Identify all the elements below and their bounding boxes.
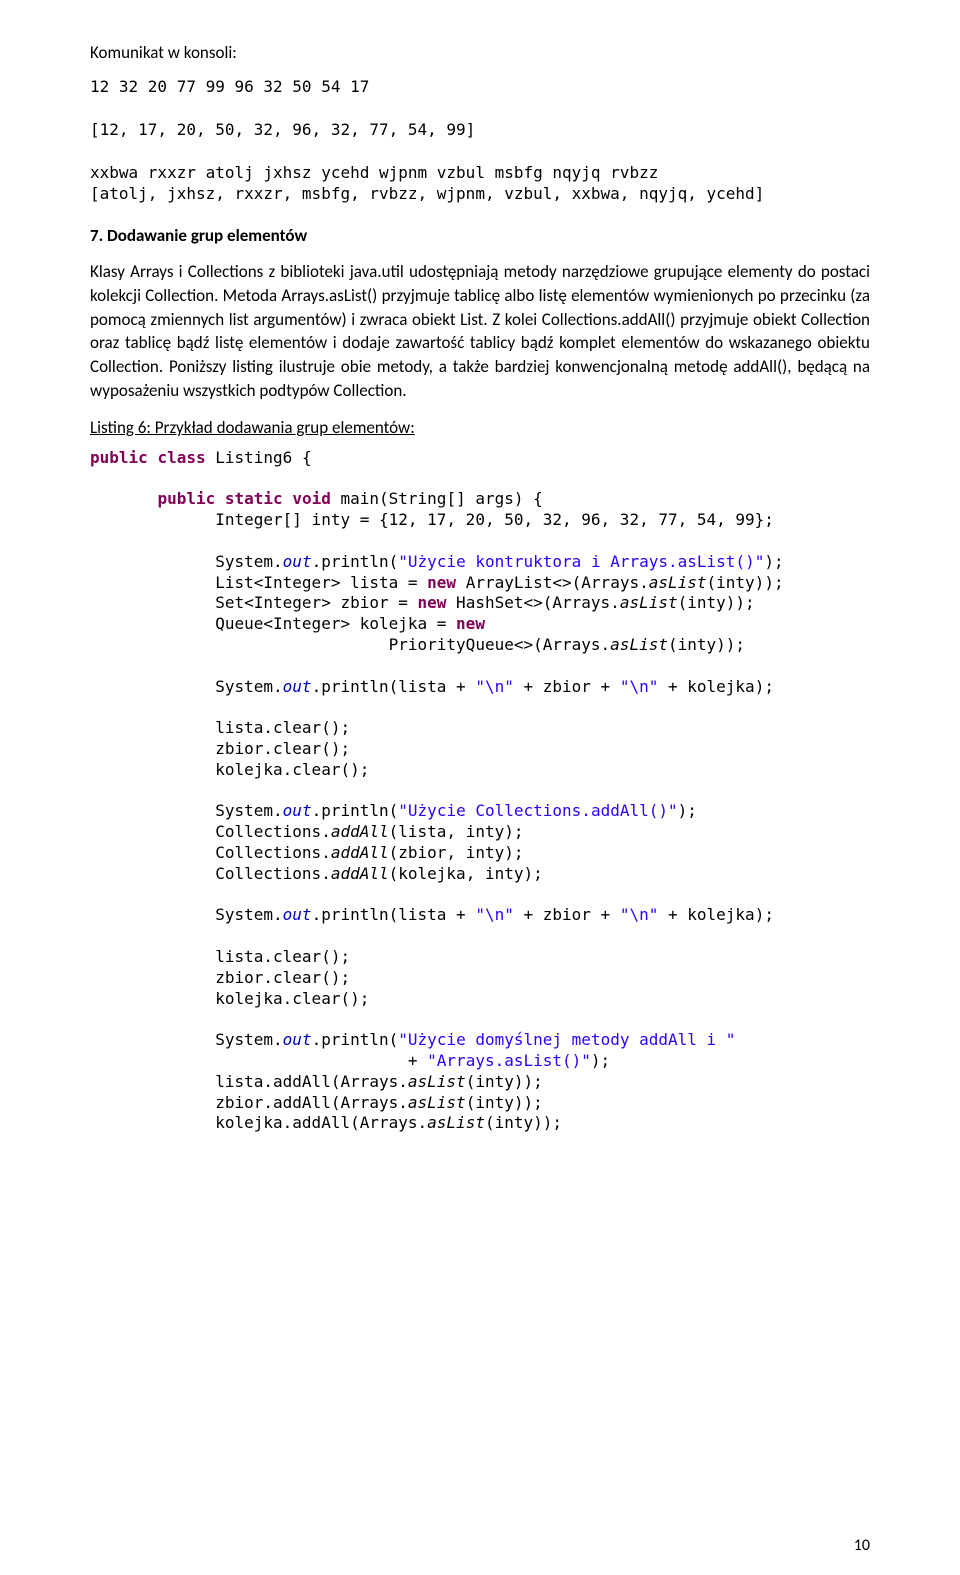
- string-nl: "\n": [620, 905, 659, 924]
- close: );: [591, 1051, 610, 1070]
- print-concat2: .println(lista +: [312, 677, 476, 696]
- string-literal: "Użycie domyślnej metody addAll i ": [398, 1030, 735, 1049]
- keyword-new: new: [418, 593, 447, 612]
- string-literal: "Użycie kontruktora i Arrays.asList()": [398, 552, 764, 571]
- keyword-public: public: [90, 448, 148, 467]
- keyword-new: new: [427, 573, 456, 592]
- aslist-arg: (inty));: [678, 593, 755, 612]
- kolejka-clear: kolejka.clear();: [90, 989, 369, 1008]
- string-nl: "\n": [475, 905, 514, 924]
- plus-kolejka: + kolejka);: [658, 677, 774, 696]
- println-open: .println(: [312, 1030, 399, 1049]
- kolejka-addall: kolejka.addAll(Arrays.: [90, 1113, 427, 1132]
- close: );: [764, 552, 783, 571]
- console-line: xxbwa rxxzr atolj jxhsz ycehd wjpnm vzbu…: [90, 163, 658, 182]
- zbior-clear: zbior.clear();: [90, 968, 350, 987]
- out-field: out: [283, 801, 312, 820]
- aslist: asList: [408, 1093, 466, 1112]
- section-paragraph: Klasy Arrays i Collections z biblioteki …: [90, 260, 870, 403]
- console-line: 12 32 20 77 99 96 32 50 54 17: [90, 77, 369, 96]
- addall: addAll: [331, 822, 389, 841]
- aslist: asList: [427, 1113, 485, 1132]
- out-field: out: [283, 1030, 312, 1049]
- aslist: asList: [620, 593, 678, 612]
- coll-lista: Collections.: [90, 822, 331, 841]
- coll-lista-arg: (lista, inty);: [389, 822, 524, 841]
- zbior-decl2: HashSet<>(Arrays.: [446, 593, 619, 612]
- indent: [90, 1030, 215, 1049]
- keyword-class: class: [157, 448, 205, 467]
- code-block: public class Listing6 { public static vo…: [90, 448, 870, 1134]
- coll-kolejka-arg: (kolejka, inty);: [389, 864, 543, 883]
- page-number: 10: [854, 1536, 870, 1555]
- addall: addAll: [331, 864, 389, 883]
- aslist: asList: [649, 573, 707, 592]
- aslist: asList: [408, 1072, 466, 1091]
- section-heading: 7. Dodawanie grup elementów: [90, 225, 870, 246]
- zbior-decl: Set<Integer> zbior =: [90, 593, 418, 612]
- kolejka-decl: Queue<Integer> kolejka =: [90, 614, 456, 633]
- print-concat: System.: [90, 905, 283, 924]
- inty-decl: Integer[] inty = {12, 17, 20, 50, 32, 96…: [90, 510, 774, 529]
- print-concat: System.: [90, 677, 283, 696]
- string-literal: "Użycie Collections.addAll()": [398, 801, 677, 820]
- coll-zbior: Collections.: [90, 843, 331, 862]
- lista-clear: lista.clear();: [90, 718, 350, 737]
- keyword-new: new: [456, 614, 485, 633]
- main-sig: main(String[] args) {: [331, 489, 543, 508]
- class-name: Listing6: [215, 448, 292, 467]
- out-field: out: [283, 677, 312, 696]
- zbior-addall: zbior.addAll(Arrays.: [90, 1093, 408, 1112]
- plus-zbior: + zbior +: [514, 677, 620, 696]
- out-field: out: [283, 905, 312, 924]
- string-nl: "\n": [620, 677, 659, 696]
- println-open: .println(: [312, 552, 399, 571]
- aslist-arg: (inty));: [668, 635, 745, 654]
- aslist: asList: [610, 635, 668, 654]
- out-field: out: [283, 552, 312, 571]
- console-output: 12 32 20 77 99 96 32 50 54 17 [12, 17, 2…: [90, 76, 870, 206]
- plus-indent: +: [90, 1051, 427, 1070]
- lista-addall: lista.addAll(Arrays.: [90, 1072, 408, 1091]
- sys: System.: [215, 552, 282, 571]
- plus-kolejka: + kolejka);: [658, 905, 774, 924]
- listing-label: Listing 6: Przykład dodawania grup eleme…: [90, 417, 870, 438]
- zbior-clear: zbior.clear();: [90, 739, 350, 758]
- lista-clear: lista.clear();: [90, 947, 350, 966]
- keyword-public: public: [157, 489, 215, 508]
- console-header: Komunikat w konsoli:: [90, 40, 870, 66]
- coll-zbior-arg: (zbior, inty);: [389, 843, 524, 862]
- indent: [90, 552, 215, 571]
- string-nl: "\n": [475, 677, 514, 696]
- aslist-arg: (inty));: [707, 573, 784, 592]
- lista-decl2: ArrayList<>(Arrays.: [456, 573, 649, 592]
- close: );: [678, 801, 697, 820]
- kolejka-clear: kolejka.clear();: [90, 760, 369, 779]
- addall: addAll: [331, 843, 389, 862]
- indent: [90, 801, 215, 820]
- keyword-static: static: [225, 489, 283, 508]
- println-open: .println(: [312, 801, 399, 820]
- keyword-void: void: [292, 489, 331, 508]
- aslist-arg: (inty));: [466, 1072, 543, 1091]
- indent: [90, 489, 157, 508]
- coll-kolejka: Collections.: [90, 864, 331, 883]
- console-line: [12, 17, 20, 50, 32, 96, 32, 77, 54, 99]: [90, 120, 475, 139]
- kolejka-decl2: PriorityQueue<>(Arrays.: [90, 635, 610, 654]
- console-line: [atolj, jxhsz, rxxzr, msbfg, rvbzz, wjpn…: [90, 184, 764, 203]
- string-literal: "Arrays.asList()": [427, 1051, 591, 1070]
- plus-zbior: + zbior +: [514, 905, 620, 924]
- sys: System.: [215, 801, 282, 820]
- aslist-arg: (inty));: [466, 1093, 543, 1112]
- lista-decl: List<Integer> lista =: [90, 573, 427, 592]
- print-concat2: .println(lista +: [312, 905, 476, 924]
- aslist-arg: (inty));: [485, 1113, 562, 1132]
- sys: System.: [215, 1030, 282, 1049]
